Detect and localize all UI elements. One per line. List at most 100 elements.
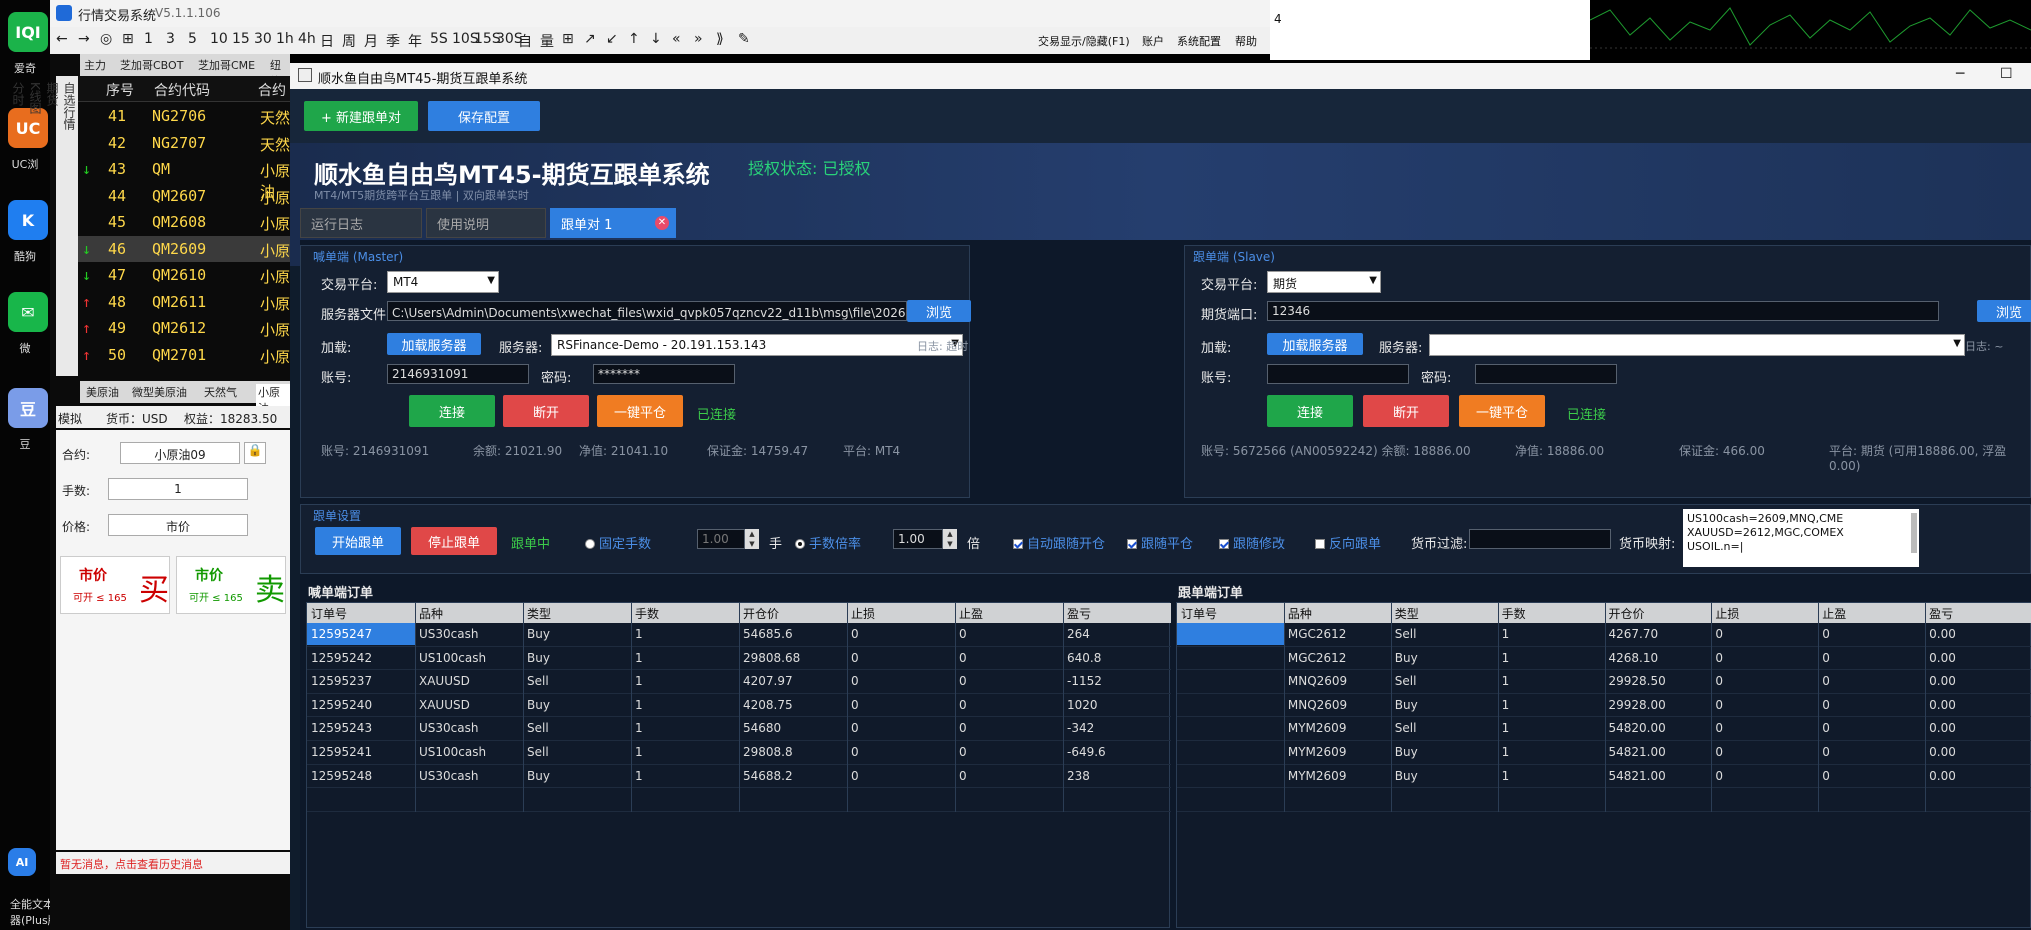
column-header[interactable]: 类型 [1395,605,1419,622]
master-password-input[interactable]: ******* [593,364,735,384]
master-disconnect-button[interactable]: 断开 [503,395,589,427]
slave-port-input[interactable]: 12346 [1267,301,1939,321]
master-server-select[interactable]: RSFinance-Demo - 20.191.153.143 ▼ [551,334,963,356]
side-tab-kline[interactable]: K线图 [27,82,44,362]
quote-row[interactable]: 44 QM2607 小原 [78,183,290,210]
quote-row[interactable]: ↑ 49 QM2612 小原 [78,315,290,342]
lock-icon[interactable]: 🔒 [244,442,266,464]
column-header[interactable]: 止损 [851,605,875,622]
toolbar-button[interactable]: ↙ [606,31,618,47]
symbol-filter-input[interactable] [1469,529,1611,549]
column-header[interactable]: 止损 [1715,605,1739,622]
toolbar-button[interactable]: ⟫ [716,31,724,47]
tab-cme[interactable]: 芝加哥CME [198,57,255,73]
start-follow-button[interactable]: 开始跟单 [315,527,401,555]
toolbar-button[interactable]: ↓ [650,31,662,47]
multiplier-spinner[interactable]: ▲ ▼ [943,529,957,549]
slave-platform-select[interactable]: 期货 ▼ [1267,271,1381,293]
doubao-icon[interactable]: 豆 [8,388,48,428]
toolbar-button[interactable]: 10 [210,31,228,47]
column-header[interactable]: 止盈 [959,605,983,622]
tab-main[interactable]: 主力 [84,57,106,73]
slave-disconnect-button[interactable]: 断开 [1363,395,1449,427]
quote-row[interactable]: 42 NG2707 天然 [78,130,290,157]
fixed-lots-spinner[interactable]: ▲ ▼ [745,529,759,549]
tab-run-log[interactable]: 运行日志 [300,208,422,238]
toolbar-button[interactable]: 日 [320,31,334,51]
quote-row[interactable]: ↓ 43 QM 小原油 [78,156,290,201]
toolbar-button[interactable]: ↗ [584,31,596,47]
column-header[interactable]: 开仓价 [743,605,779,622]
quote-row[interactable]: ↑ 48 QM2611 小原 [78,289,290,316]
toolbar-button[interactable]: » [694,31,703,47]
ai-editor-icon[interactable]: AI [8,848,36,876]
slave-server-select[interactable]: ▼ [1429,334,1965,356]
qty-input[interactable]: 1 [108,478,248,500]
toolbar-button[interactable]: 1h [276,31,294,47]
slave-browse-button[interactable]: 浏览 [1977,300,2031,322]
quote-row[interactable]: 41 NG2706 天然 [78,103,290,130]
scrollbar[interactable] [1911,513,1917,553]
master-browse-button[interactable]: 浏览 [907,300,971,322]
column-header[interactable]: 订单号 [311,605,347,622]
tab-crude[interactable]: 美原油 [86,384,119,400]
multiplier-radio[interactable]: 手数倍率 [795,533,861,552]
toolbar-button[interactable]: 15 [232,31,250,47]
tab-natgas[interactable]: 天然气 [204,384,237,400]
toolbar-button[interactable]: 5S [430,31,448,47]
column-header[interactable]: 盈亏 [1067,605,1091,622]
toolbar-button[interactable]: → [78,31,90,47]
server-file-input[interactable]: C:\Users\Admin\Documents\xwechat_files\w… [387,301,907,321]
toolbar-button[interactable]: 年 [408,31,422,51]
side-tab-timeshare[interactable]: 分时 [10,82,27,376]
close-tab-icon[interactable]: ✕ [655,216,669,230]
account-menu[interactable]: 账户 [1142,33,1164,49]
toolbar-button[interactable]: 季 [386,31,400,51]
column-header[interactable]: 品种 [1288,605,1312,622]
slave-load-server-button[interactable]: 加载服务器 [1267,333,1363,355]
buy-button[interactable]: 市价 可开 ≤ 165 买 [60,556,170,614]
column-header[interactable]: 止盈 [1822,605,1846,622]
column-header[interactable]: 类型 [527,605,551,622]
toolbar-button[interactable]: 4h [298,31,316,47]
column-header[interactable]: 品种 [419,605,443,622]
quote-row[interactable]: ↓ 46 QM2609 小原 [78,235,290,262]
toggle-trade-button[interactable]: 交易显示/隐藏(F1) [1038,33,1130,49]
slave-connect-button[interactable]: 连接 [1267,395,1353,427]
column-header[interactable]: 订单号 [1181,605,1217,622]
master-load-server-button[interactable]: 加载服务器 [387,333,481,355]
quote-row[interactable]: 45 QM2608 小原 [78,209,290,236]
tab-pair-1[interactable]: 跟单对 1 ✕ [550,208,676,238]
save-config-button[interactable]: 保存配置 [428,101,540,131]
tab-instructions[interactable]: 使用说明 [426,208,546,238]
column-header[interactable]: 手数 [635,605,659,622]
tab-micro-crude[interactable]: 微型美原油 [132,384,187,400]
toolbar-button[interactable]: 周 [342,31,356,51]
toolbar-button[interactable]: 自 [518,31,532,51]
toolbar-button[interactable]: ◎ [100,31,112,47]
toolbar-button[interactable]: 量 [540,31,554,51]
iqiyi-icon[interactable]: IQI [8,12,48,52]
slave-account-input[interactable] [1267,364,1409,384]
quote-row[interactable]: ↓ 47 QM2610 小原 [78,262,290,289]
system-config-menu[interactable]: 系统配置 [1177,33,1221,49]
toolbar-button[interactable]: ↑ [628,31,640,47]
toolbar-button[interactable]: 1 [144,31,153,47]
slave-password-input[interactable] [1475,364,1617,384]
auto-open-checkbox[interactable]: 自动跟随开仓 [1013,533,1105,552]
sell-button[interactable]: 市价 可开 ≤ 165 卖 [176,556,286,614]
tab-cbot[interactable]: 芝加哥CBOT [120,57,183,73]
column-header[interactable]: 盈亏 [1929,605,1953,622]
help-menu[interactable]: 帮助 [1235,33,1257,49]
slave-close-all-button[interactable]: 一键平仓 [1459,395,1545,427]
toolbar-button[interactable]: ✎ [738,31,750,47]
toolbar-button[interactable]: 3 [166,31,175,47]
minimize-icon[interactable]: ─ [1956,66,1964,82]
toolbar-button[interactable]: « [672,31,681,47]
new-pair-button[interactable]: + 新建跟单对 [304,101,418,131]
fixed-lots-input[interactable]: 1.00 [697,529,745,549]
follow-close-checkbox[interactable]: 跟随平仓 [1127,533,1193,552]
contract-select[interactable]: 小原油09 [120,442,240,464]
toolbar-button[interactable]: 5 [188,31,197,47]
side-tab-watchlist[interactable]: 自选行情 [61,82,78,362]
